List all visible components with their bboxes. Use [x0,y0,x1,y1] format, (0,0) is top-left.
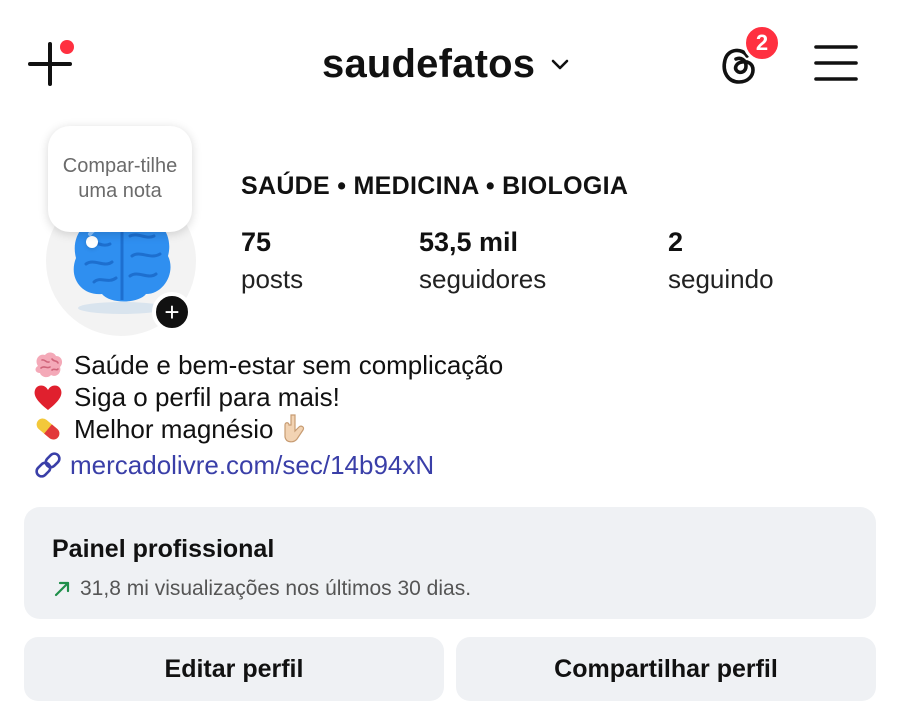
bio: Saúde e bem-estar sem complicação Siga o… [32,349,503,483]
menu-button[interactable] [814,43,858,83]
bio-text-1: Saúde e bem-estar sem complicação [74,349,504,380]
heart-icon [32,381,68,413]
bio-line: Saúde e bem-estar sem complicação [32,349,503,381]
bio-link-text: mercadolivre.com/sec/14b94xN [70,449,435,480]
stat-posts[interactable]: 75 posts [241,226,303,296]
note-placeholder: Compar-tilhe uma nota [62,155,178,202]
top-bar: saudefatos 2 [0,0,900,120]
bio-line: Melhor magnésio [32,413,503,445]
followers-label: seguidores [419,264,547,294]
chevron-down-icon [551,59,569,70]
brain-icon [32,349,68,381]
account-switcher[interactable]: saudefatos [322,40,571,88]
posts-count: 75 [241,227,272,257]
pointing-down-hand-icon [281,413,309,445]
edit-profile-button[interactable]: Editar perfil [24,637,444,701]
create-button[interactable] [26,40,74,88]
posts-label: posts [241,264,304,294]
note-bubble-tail [86,236,98,248]
followers-count: 53,5 mil [419,227,519,257]
stat-followers[interactable]: 53,5 mil seguidores [419,226,546,296]
trend-up-arrow-icon [54,581,70,597]
share-note-bubble[interactable]: Compar-tilhe uma nota [48,126,192,232]
bio-link[interactable]: mercadolivre.com/sec/14b94xN [32,447,503,483]
panel-title: Painel profissional [52,535,275,563]
share-profile-button[interactable]: Compartilhar perfil [456,637,876,701]
professional-dashboard[interactable]: Painel profissional 31,8 mi visualizaçõe… [24,507,876,619]
panel-subtitle: 31,8 mi visualizações nos últimos 30 dia… [80,577,472,600]
bio-text-3: Melhor magnésio [74,413,274,444]
following-label: seguindo [668,264,774,294]
bio-line: Siga o perfil para mais! [32,381,503,413]
plus-small-icon: + [164,297,180,327]
link-icon [35,452,61,478]
add-story-button[interactable]: + [152,292,192,332]
pill-icon [32,413,68,445]
notification-dot [60,40,74,54]
stat-following[interactable]: 2 seguindo [668,226,774,296]
bio-text-2: Siga o perfil para mais! [74,381,340,412]
panel-subtitle-row: 31,8 mi visualizações nos últimos 30 dia… [52,577,471,601]
username: saudefatos [322,41,536,86]
threads-badge: 2 [743,24,781,62]
following-count: 2 [668,227,684,257]
profile-category: SAÚDE • MEDICINA • BIOLOGIA [241,172,629,200]
hamburger-menu-icon [814,45,858,81]
